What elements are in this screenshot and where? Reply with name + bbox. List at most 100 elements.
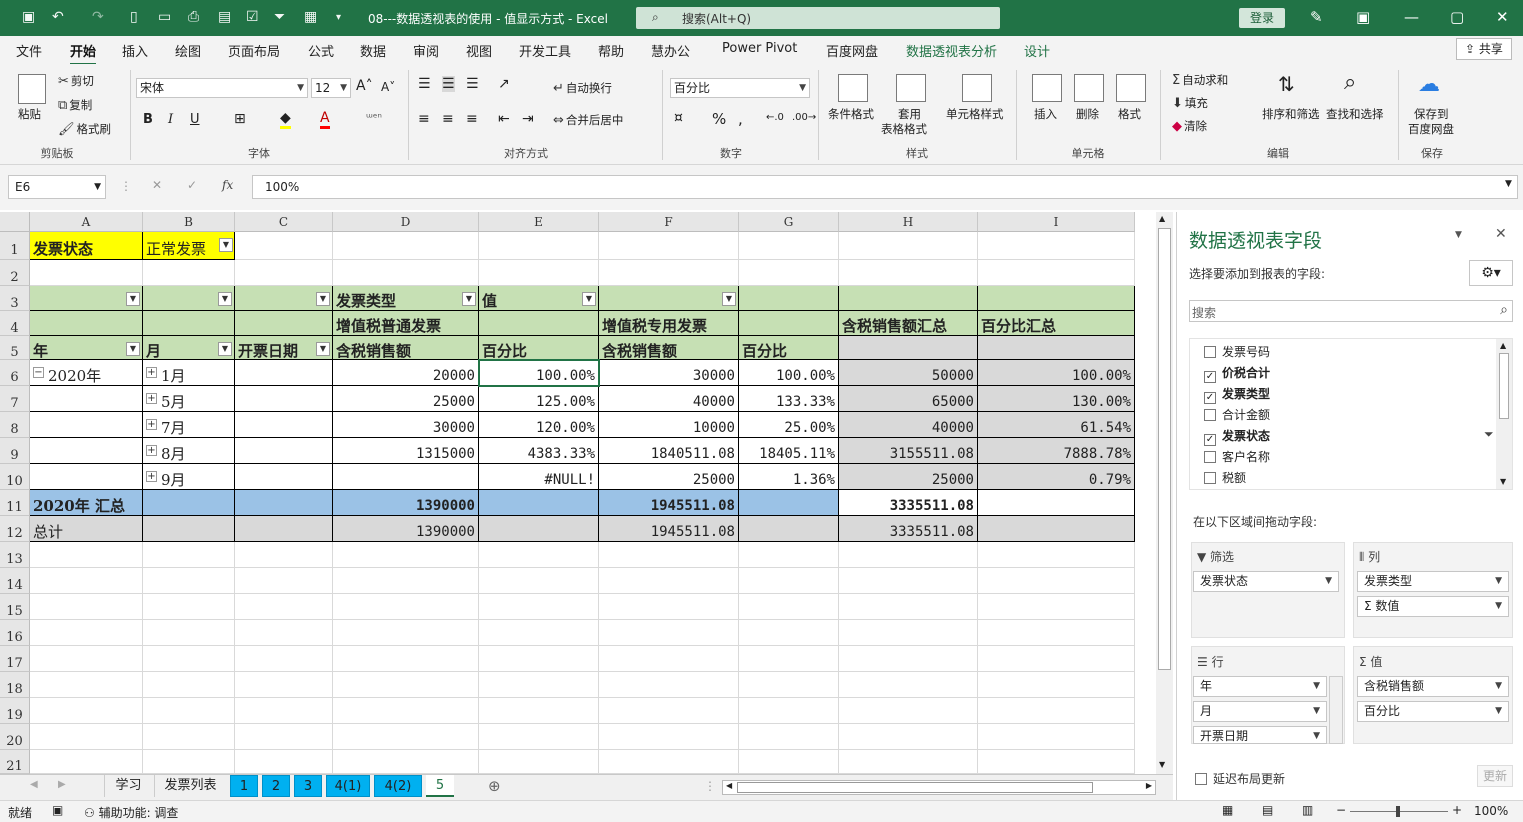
value-cell[interactable] xyxy=(333,464,479,490)
value-cell[interactable]: 10000 xyxy=(599,412,739,438)
value-cell[interactable]: 120.00% xyxy=(479,412,599,438)
row-item-cell[interactable] xyxy=(30,386,143,412)
value-cell[interactable]: 125.00% xyxy=(479,386,599,412)
filter-dropdown-icon[interactable]: ▼ xyxy=(722,292,736,306)
vertical-scrollbar[interactable]: ▲ ▼ xyxy=(1156,212,1173,774)
grand-total-cell[interactable] xyxy=(978,516,1135,542)
filter-dropdown-icon[interactable]: ▼ xyxy=(316,342,330,356)
grid-cell[interactable] xyxy=(739,232,839,260)
grid-cell[interactable] xyxy=(479,232,599,260)
value-cell[interactable]: 3155511.08 xyxy=(839,438,978,464)
grid-cell[interactable] xyxy=(479,568,599,594)
expand-formula-icon[interactable]: ▼ xyxy=(1505,179,1512,189)
grid-cell[interactable] xyxy=(333,232,479,260)
grid-cell[interactable] xyxy=(143,620,235,646)
field-list-item[interactable]: 客户名称 xyxy=(1204,448,1270,465)
print-preview-icon[interactable]: ▤ xyxy=(218,9,231,25)
find-icon[interactable]: ⌕ xyxy=(1344,70,1356,95)
row-header[interactable]: 9 xyxy=(0,438,30,464)
tab-power-pivot[interactable]: Power Pivot xyxy=(722,41,797,56)
row-header[interactable]: 15 xyxy=(0,594,30,620)
pane-close-icon[interactable]: ✕ xyxy=(1495,226,1507,242)
value-cell[interactable]: 61.54% xyxy=(978,412,1135,438)
row-header[interactable]: 17 xyxy=(0,646,30,672)
font-name-select[interactable]: 宋体 ▼ xyxy=(136,78,308,98)
subtotal-cell[interactable]: 1945511.08 xyxy=(599,490,739,516)
row-item-cell[interactable] xyxy=(30,464,143,490)
column-header[interactable]: E xyxy=(479,212,599,232)
grid-cell[interactable] xyxy=(479,594,599,620)
fill-color-icon[interactable]: ◆ xyxy=(280,110,291,129)
checkbox[interactable] xyxy=(1204,451,1216,463)
scroll-up-icon[interactable]: ▲ xyxy=(1159,214,1165,223)
row-item-cell[interactable]: 2020年 xyxy=(30,360,143,386)
area-field-chip[interactable]: 含税销售额 ▼ xyxy=(1357,676,1509,697)
filter-icon[interactable]: ⏷ xyxy=(274,9,285,25)
cut-button[interactable]: ✂ 剪切 xyxy=(58,73,94,89)
column-item-header[interactable]: 增值税普通发票 xyxy=(333,311,479,336)
name-box[interactable]: E6 ▼ xyxy=(8,175,106,199)
value-cell[interactable]: 25000 xyxy=(333,386,479,412)
column-item-header[interactable]: 增值税专用发票 xyxy=(599,311,739,336)
find-select-button[interactable]: 查找和选择 xyxy=(1326,106,1384,122)
grid-cell[interactable] xyxy=(479,672,599,698)
subtotal-cell[interactable] xyxy=(978,490,1135,516)
column-header[interactable]: C xyxy=(235,212,333,232)
area-field-chip[interactable]: Σ 数值 ▼ xyxy=(1357,596,1509,617)
value-cell[interactable] xyxy=(235,360,333,386)
function-icon[interactable]: fx xyxy=(222,178,233,192)
formula-input[interactable]: 100% xyxy=(252,175,1518,199)
value-cell[interactable]: 1315000 xyxy=(333,438,479,464)
grid-cell[interactable] xyxy=(599,568,739,594)
grid-cell[interactable] xyxy=(333,542,479,568)
column-header[interactable]: H xyxy=(839,212,978,232)
grid-cell[interactable] xyxy=(479,724,599,750)
grid-cell[interactable] xyxy=(599,594,739,620)
share-button[interactable]: ⇪ 共享 xyxy=(1456,38,1512,60)
underline-button[interactable]: U xyxy=(190,112,200,127)
row-field-header[interactable]: 百分比 xyxy=(479,336,599,360)
row-header[interactable]: 11 xyxy=(0,490,30,516)
grid-cell[interactable] xyxy=(333,724,479,750)
checkbox[interactable] xyxy=(1204,409,1216,421)
value-cell[interactable]: 65000 xyxy=(839,386,978,412)
conditional-format-icon[interactable] xyxy=(838,74,868,102)
scroll-right-icon[interactable]: ▶ xyxy=(1146,781,1152,790)
tab-baidu-pan[interactable]: 百度网盘 xyxy=(826,41,878,60)
grid-cell[interactable] xyxy=(839,750,978,774)
prev-sheet-icon[interactable]: ◀ xyxy=(30,779,38,790)
grid-cell[interactable] xyxy=(143,594,235,620)
update-button[interactable]: 更新 xyxy=(1477,765,1513,787)
grid-cell[interactable] xyxy=(978,646,1135,672)
grid-cell[interactable] xyxy=(599,232,739,260)
grid-cell[interactable] xyxy=(30,594,143,620)
row-header[interactable]: 2 xyxy=(0,260,30,286)
grid-cell[interactable] xyxy=(978,750,1135,774)
conditional-format-button[interactable]: 条件格式 xyxy=(828,106,874,122)
value-cell[interactable]: 1.36% xyxy=(739,464,839,490)
pivot-header-cell[interactable] xyxy=(739,311,839,336)
expand-icon[interactable]: + xyxy=(146,471,157,482)
select-all-corner[interactable] xyxy=(0,212,30,232)
grid-cell[interactable] xyxy=(839,260,978,286)
grid-cell[interactable] xyxy=(739,724,839,750)
grand-total-header[interactable]: 百分比汇总 xyxy=(978,311,1135,336)
filter-dropdown-icon[interactable]: ▼ xyxy=(218,292,232,306)
grid-cell[interactable] xyxy=(30,750,143,774)
row-item-cell[interactable] xyxy=(30,412,143,438)
value-cell[interactable]: 130.00% xyxy=(978,386,1135,412)
field-list-item[interactable]: 发票号码 xyxy=(1204,343,1270,360)
sheet-tab[interactable]: 4(1) xyxy=(326,775,370,797)
format-cells-button[interactable]: 格式 xyxy=(1118,106,1141,122)
cell-style-button[interactable]: 单元格样式 xyxy=(946,106,1004,122)
grid-cell[interactable] xyxy=(739,750,839,774)
zoom-out-icon[interactable]: − xyxy=(1336,803,1346,817)
tab-file[interactable]: 文件 xyxy=(16,41,42,60)
field-list-scrollbar[interactable]: ▲ ▼ xyxy=(1496,339,1512,489)
grid-cell[interactable] xyxy=(739,620,839,646)
comma-icon[interactable]: , xyxy=(738,110,743,128)
search-box[interactable]: ⌕ 搜索(Alt+Q) xyxy=(636,7,1000,29)
value-cell[interactable]: 50000 xyxy=(839,360,978,386)
grid-cell[interactable] xyxy=(739,542,839,568)
value-cell[interactable]: 4383.33% xyxy=(479,438,599,464)
